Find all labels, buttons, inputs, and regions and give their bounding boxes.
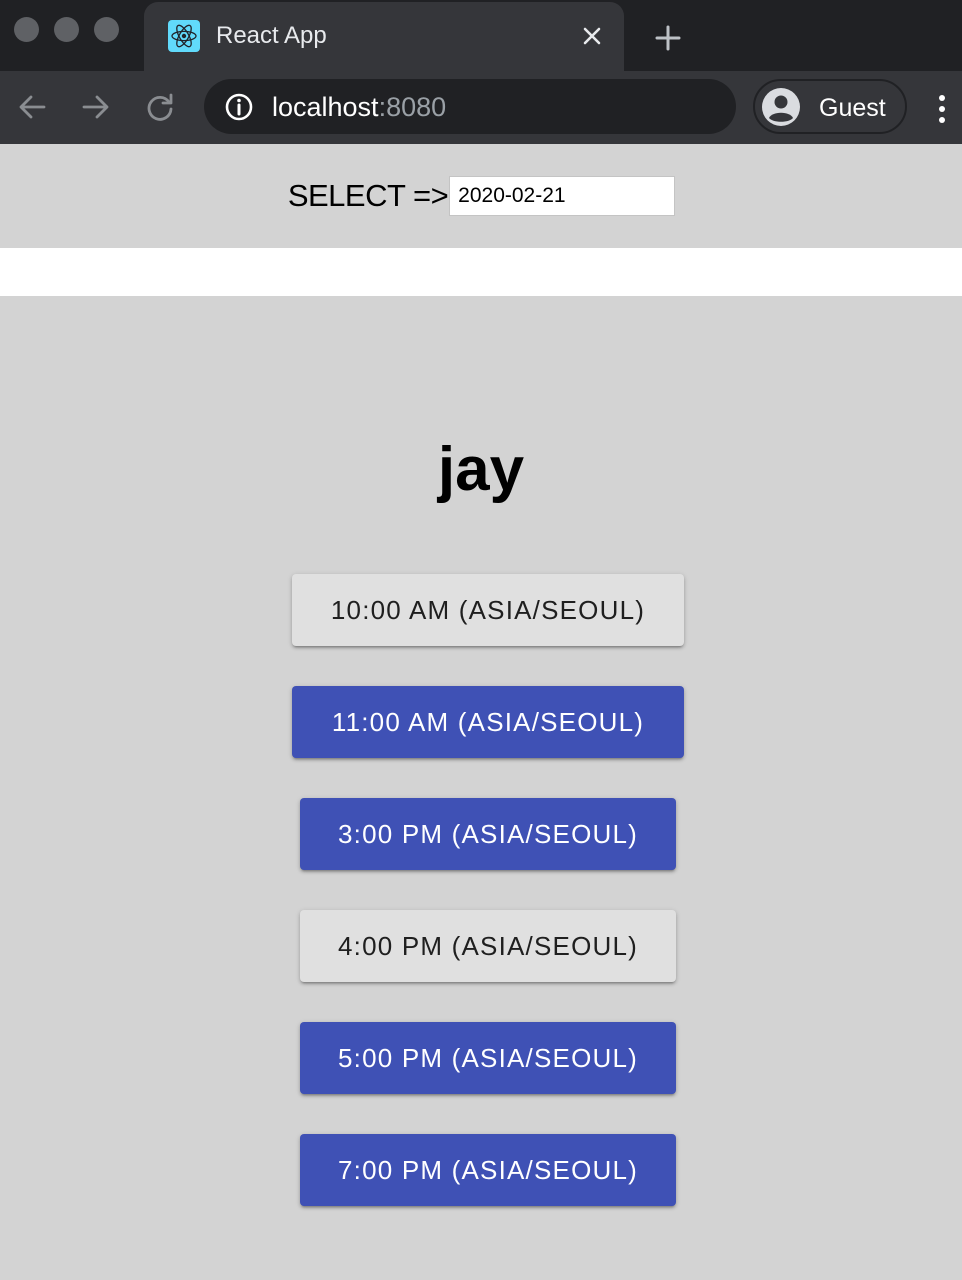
plus-icon[interactable] bbox=[650, 20, 686, 56]
menu-dot bbox=[939, 95, 945, 101]
profile-button[interactable]: Guest bbox=[753, 79, 907, 134]
menu-dot bbox=[939, 117, 945, 123]
divider-band bbox=[0, 248, 962, 296]
date-input[interactable] bbox=[449, 176, 676, 216]
info-icon[interactable] bbox=[224, 92, 254, 122]
time-slot-button[interactable]: 11:00 AM (ASIA/SEOUL) bbox=[292, 686, 684, 758]
reload-icon[interactable] bbox=[140, 87, 180, 127]
date-select-row: SELECT => bbox=[0, 176, 962, 216]
account-circle-icon bbox=[761, 87, 801, 127]
address-host: localhost bbox=[272, 92, 379, 122]
browser-toolbar: localhost:8080 Guest bbox=[0, 71, 962, 144]
address-port: :8080 bbox=[378, 92, 447, 122]
react-logo-icon bbox=[168, 20, 200, 52]
address-bar[interactable]: localhost:8080 bbox=[204, 79, 736, 134]
profile-label: Guest bbox=[819, 94, 886, 122]
select-label: SELECT => bbox=[287, 178, 449, 213]
time-slot-button[interactable]: 7:00 PM (ASIA/SEOUL) bbox=[300, 1134, 676, 1206]
address-url: localhost:8080 bbox=[272, 92, 446, 123]
time-slot-button[interactable]: 5:00 PM (ASIA/SEOUL) bbox=[300, 1022, 676, 1094]
user-name-heading: jay bbox=[437, 435, 525, 504]
tab-title: React App bbox=[216, 22, 327, 49]
arrow-forward-icon[interactable] bbox=[76, 87, 116, 127]
time-slot-button[interactable]: 3:00 PM (ASIA/SEOUL) bbox=[300, 798, 676, 870]
page-content: SELECT => jay 10:00 AM (ASIA/SEOUL) 11:0… bbox=[0, 144, 962, 1280]
time-slot-button[interactable]: 10:00 AM (ASIA/SEOUL) bbox=[292, 574, 684, 646]
menu-dot bbox=[939, 106, 945, 112]
window-close-light[interactable] bbox=[14, 17, 39, 42]
close-icon[interactable] bbox=[576, 20, 608, 52]
arrow-back-icon[interactable] bbox=[12, 87, 52, 127]
browser-tab[interactable]: React App bbox=[144, 2, 624, 71]
browser-tab-strip: React App bbox=[0, 0, 962, 71]
time-slot-button[interactable]: 4:00 PM (ASIA/SEOUL) bbox=[300, 910, 676, 982]
kebab-menu-icon[interactable] bbox=[930, 91, 954, 127]
window-minimize-light[interactable] bbox=[54, 17, 79, 42]
window-zoom-light[interactable] bbox=[94, 17, 119, 42]
